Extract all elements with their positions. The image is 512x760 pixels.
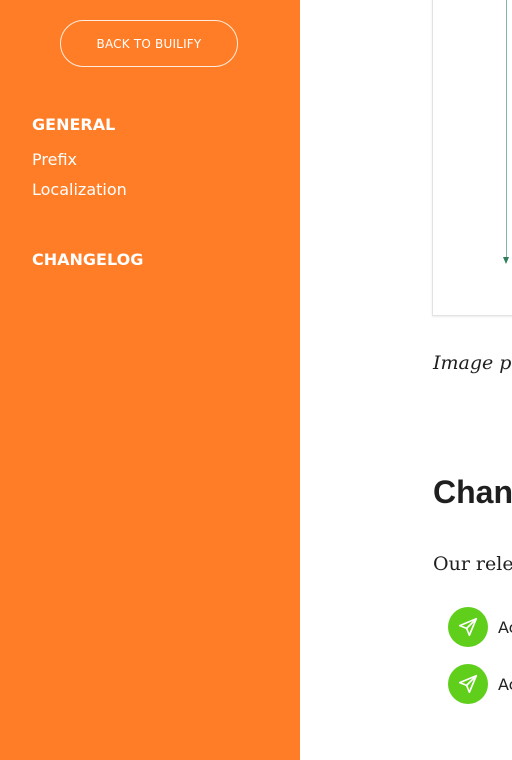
paper-plane-icon xyxy=(448,607,488,647)
release-list-item[interactable]: Ac xyxy=(448,664,512,704)
nav-heading-changelog[interactable]: CHANGELOG xyxy=(32,250,143,269)
changelog-title: Chan xyxy=(433,474,512,510)
nav-item-prefix[interactable]: Prefix xyxy=(32,150,77,169)
release-item-label: Ac xyxy=(498,617,512,637)
changelog-intro: Our relea xyxy=(433,553,512,575)
paper-plane-icon xyxy=(448,664,488,704)
diagram-image xyxy=(432,0,512,316)
page: BACK TO BUILIFY GENERAL Prefix Localizat… xyxy=(0,0,512,760)
back-to-builify-button[interactable]: BACK TO BUILIFY xyxy=(60,20,238,67)
image-caption: Image pro xyxy=(433,352,512,374)
sidebar: BACK TO BUILIFY GENERAL Prefix Localizat… xyxy=(0,0,300,760)
diagram-line xyxy=(506,0,507,259)
nav-item-localization[interactable]: Localization xyxy=(32,180,127,199)
release-list-item[interactable]: Ac xyxy=(448,607,512,647)
release-item-label: Ac xyxy=(498,674,512,694)
nav-heading-general[interactable]: GENERAL xyxy=(32,115,115,134)
arrow-down-icon xyxy=(503,257,509,264)
